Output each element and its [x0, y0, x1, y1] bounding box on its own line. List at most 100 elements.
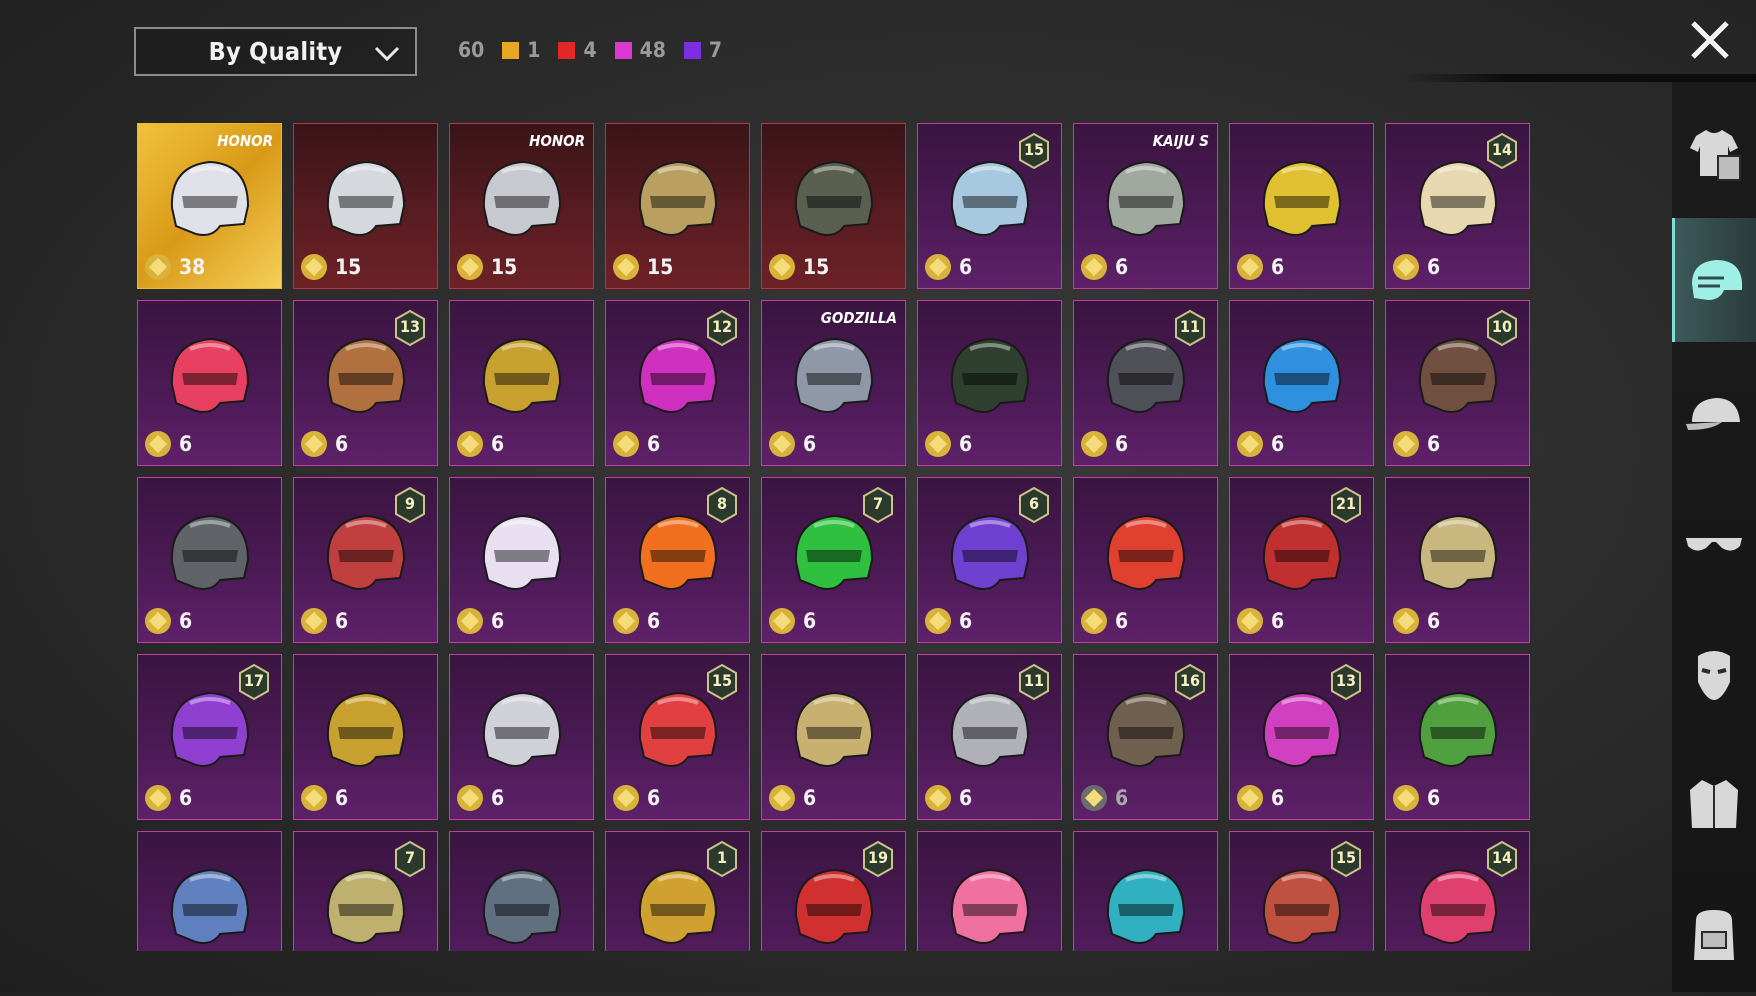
helmet-card[interactable]: 96 [293, 477, 438, 643]
helmet-card[interactable]: 15 [605, 123, 750, 289]
coin-icon [613, 431, 639, 457]
helmet-card[interactable]: 6 [761, 654, 906, 820]
level-badge-number: 13 [1335, 671, 1357, 690]
coin-icon [1081, 254, 1107, 280]
level-badge: 12 [705, 309, 739, 347]
helmet-card[interactable]: 6 [917, 300, 1062, 466]
level-badge-number: 6 [1028, 494, 1039, 513]
category-outfit[interactable] [1672, 92, 1756, 216]
helmet-card[interactable]: 16 6 [1073, 654, 1218, 820]
helmet-image [482, 514, 562, 590]
helmet-card[interactable]: 6 [449, 300, 594, 466]
price-value: 6 [1427, 432, 1441, 456]
close-icon[interactable] [1688, 18, 1732, 62]
helmet-card[interactable]: 6 [1229, 300, 1374, 466]
total-count: 60 [458, 38, 485, 62]
helmet-card[interactable]: 6 [449, 477, 594, 643]
helmet-card[interactable]: 7 [293, 831, 438, 951]
level-badge-number: 15 [1023, 140, 1045, 159]
helmet-card[interactable]: 6 [137, 300, 282, 466]
category-glasses[interactable] [1672, 482, 1756, 606]
helmet-image [950, 337, 1030, 413]
level-badge: 13 [393, 309, 427, 347]
category-helmet[interactable] [1672, 218, 1756, 342]
helmet-card[interactable]: 6 [1385, 477, 1530, 643]
helmet-card[interactable]: 14 6 [1385, 123, 1530, 289]
level-badge: 11 [1017, 663, 1051, 701]
helmet-card[interactable]: HONOR 38 [137, 123, 282, 289]
level-badge-number: 12 [711, 317, 733, 336]
helmet-card[interactable]: 15 [293, 123, 438, 289]
price-tag: 6 [143, 783, 192, 813]
price-tag: 6 [1079, 252, 1128, 282]
helmet-card[interactable]: 6 [293, 654, 438, 820]
category-jacket[interactable] [1672, 742, 1756, 866]
helmet-card[interactable]: 86 [605, 477, 750, 643]
helmet-card[interactable]: 11 6 [1073, 300, 1218, 466]
helmet-card[interactable]: 6 [1385, 654, 1530, 820]
helmet-card[interactable]: 13 6 [1229, 654, 1374, 820]
helmet-image [1106, 514, 1186, 590]
level-badge-number: 7 [404, 848, 415, 867]
helmet-card[interactable] [449, 831, 594, 951]
helmet-card[interactable]: 6 [137, 477, 282, 643]
price-tag: 6 [1235, 252, 1284, 282]
helmet-card[interactable]: 15 [1229, 831, 1374, 951]
glasses-icon [1686, 538, 1742, 551]
helmet-card[interactable] [137, 831, 282, 951]
level-badge-number: 11 [1023, 671, 1045, 690]
helmet-card[interactable]: 12 6 [605, 300, 750, 466]
price-tag: 15 [299, 252, 361, 282]
helmet-card[interactable]: 6 [449, 654, 594, 820]
price-value: 6 [1115, 786, 1129, 810]
helmet-card[interactable]: 76 [761, 477, 906, 643]
category-backpack[interactable] [1672, 872, 1756, 996]
price-value: 6 [1427, 255, 1441, 279]
category-cap[interactable] [1672, 352, 1756, 476]
helmet-card[interactable]: HONOR 15 [449, 123, 594, 289]
helmet-image [638, 160, 718, 236]
price-value: 6 [1427, 786, 1441, 810]
helmet-card[interactable]: 17 6 [137, 654, 282, 820]
helmet-card[interactable]: 6 [1229, 123, 1374, 289]
level-badge: 17 [237, 663, 271, 701]
coin-icon [145, 254, 171, 280]
coin-icon [925, 785, 951, 811]
price-tag: 6 [143, 429, 192, 459]
helmet-card[interactable]: 13 6 [293, 300, 438, 466]
price-value: 6 [959, 255, 973, 279]
price-tag: 6 [1079, 606, 1128, 636]
coin-icon [457, 431, 483, 457]
helmet-card[interactable]: 15 6 [917, 123, 1062, 289]
tier-purple-count: 7 [708, 38, 723, 62]
helmet-card[interactable]: 15 6 [605, 654, 750, 820]
price-value: 6 [1115, 432, 1129, 456]
price-tag: 6 [923, 783, 972, 813]
helmet-card[interactable] [917, 831, 1062, 951]
sort-dropdown[interactable]: By Quality [134, 27, 417, 76]
price-tag: 6 [611, 606, 660, 636]
coin-icon [301, 431, 327, 457]
price-value: 6 [647, 786, 661, 810]
helmet-card[interactable]: 6 [1073, 477, 1218, 643]
helmet-card[interactable]: 11 6 [917, 654, 1062, 820]
level-badge: 9 [393, 486, 427, 524]
level-badge: 13 [1329, 663, 1363, 701]
helmet-card[interactable]: 66 [917, 477, 1062, 643]
helmet-image [1106, 868, 1186, 944]
category-mask[interactable] [1672, 612, 1756, 736]
helmet-card[interactable]: 10 6 [1385, 300, 1530, 466]
helmet-card[interactable]: GODZILLA 6 [761, 300, 906, 466]
helmet-card[interactable]: 14 [1385, 831, 1530, 951]
helmet-card[interactable] [1073, 831, 1218, 951]
coin-icon [301, 254, 327, 280]
helmet-image [170, 160, 250, 236]
tier-pink-count: 48 [639, 38, 666, 62]
brand-tag: GODZILLA [820, 309, 897, 327]
helmet-card[interactable]: 1 [605, 831, 750, 951]
helmet-card[interactable]: 21 6 [1229, 477, 1374, 643]
price-tag: 6 [767, 429, 816, 459]
helmet-card[interactable]: 19 [761, 831, 906, 951]
helmet-card[interactable]: KAIJU S 6 [1073, 123, 1218, 289]
helmet-card[interactable]: 15 [761, 123, 906, 289]
